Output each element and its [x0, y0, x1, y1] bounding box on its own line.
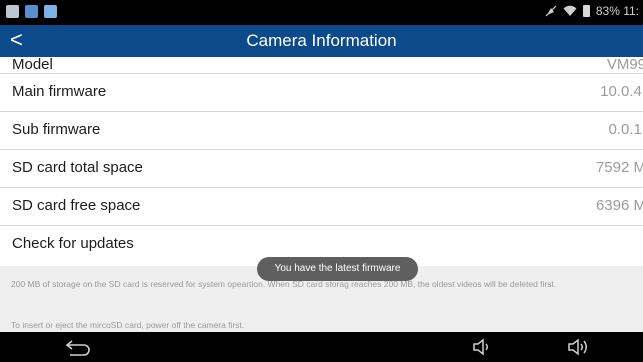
- status-bar: 83% 11:: [0, 0, 643, 25]
- photo-icon: [44, 5, 57, 18]
- row-value: VM99: [606, 56, 643, 73]
- row-main-firmware: Main firmware 10.0.4.: [0, 74, 643, 112]
- row-sd-total-space: SD card total space 7592 M: [0, 150, 643, 188]
- screen-icon: [6, 5, 19, 18]
- wifi-icon: [563, 5, 577, 17]
- volume-down-icon[interactable]: [472, 337, 494, 362]
- mute-icon: [545, 5, 557, 17]
- volume-up-icon[interactable]: [567, 337, 591, 362]
- page-title: Camera Information: [246, 31, 397, 50]
- row-value: 7592 M: [595, 159, 643, 176]
- row-value: 0.0.1.: [608, 121, 643, 138]
- row-sd-free-space: SD card free space 6396 M: [0, 188, 643, 226]
- row-label: SD card free space: [12, 197, 141, 214]
- row-value: 6396 M: [595, 197, 643, 214]
- battery-icon: [582, 5, 590, 17]
- row-label: Check for updates: [12, 235, 134, 252]
- sd-card-note: To insert or eject the mircoSD card, pow…: [11, 320, 245, 330]
- row-label: Model: [12, 56, 53, 73]
- title-bar: < Camera Information: [0, 25, 643, 57]
- row-label: SD card total space: [12, 159, 143, 176]
- row-label: Main firmware: [12, 83, 107, 100]
- row-sub-firmware: Sub firmware 0.0.1.: [0, 112, 643, 150]
- battery-time-text: 83% 11:: [595, 4, 639, 18]
- row-model: Model VM99: [0, 56, 643, 74]
- gallery-icon: [25, 5, 38, 18]
- firmware-toast: You have the latest firmware: [257, 257, 418, 281]
- camera-info-list: Model VM99 Main firmware 10.0.4. Sub fir…: [0, 56, 643, 263]
- back-nav-icon[interactable]: [64, 337, 92, 362]
- row-label: Sub firmware: [12, 121, 101, 138]
- row-value: 10.0.4.: [600, 83, 643, 100]
- navigation-bar: [0, 332, 643, 362]
